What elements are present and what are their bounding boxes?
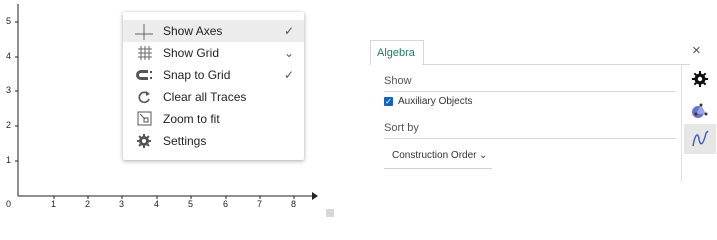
x-axis-arrow (312, 192, 318, 200)
y-tick-label: 4 (6, 51, 12, 61)
graphics-style-button[interactable] (684, 94, 716, 124)
menu-item-label: Show Grid (163, 46, 220, 60)
y-tick-label: 5 (6, 16, 12, 26)
menu-item-settings[interactable]: Settings (123, 130, 304, 152)
menu-item-clear-traces[interactable]: Clear all Traces (123, 86, 304, 108)
auxiliary-objects-checkbox[interactable]: ✓ (384, 97, 393, 106)
zoom-fit-icon (123, 108, 163, 130)
menu-item-snap-to-grid[interactable]: Snap to Grid ✓ (123, 64, 304, 86)
auxiliary-objects-label[interactable]: Auxiliary Objects (398, 96, 472, 107)
x-tick-label: 5 (188, 199, 194, 209)
menu-item-zoom-to-fit[interactable]: Zoom to fit (123, 108, 304, 130)
axes-icon (123, 20, 163, 42)
chevron-down-icon[interactable]: ⌄ (274, 46, 304, 60)
tab-algebra[interactable]: Algebra (370, 40, 424, 65)
gear-icon (123, 130, 163, 152)
magnet-icon (123, 64, 163, 86)
section-divider (384, 138, 676, 139)
algebra-settings-panel: Algebra Show ✓ Auxiliary Objects Sort by… (370, 40, 690, 182)
show-section-header: Show (384, 75, 412, 87)
scrollbar-thumb[interactable] (326, 209, 334, 217)
algebra-style-icon (692, 130, 709, 147)
gear-icon (692, 71, 708, 87)
y-tick-label: 2 (6, 120, 12, 130)
x-tick-label: 4 (154, 199, 160, 209)
graphics-context-menu: Show Axes ✓ Show Grid ⌄ Snap to Grid ✓ C… (123, 12, 304, 160)
x-tick-label: 3 (119, 199, 125, 209)
grid-icon (123, 42, 163, 64)
x-tick-label: 2 (85, 199, 91, 209)
menu-item-label: Snap to Grid (163, 68, 231, 82)
menu-item-label: Zoom to fit (163, 112, 220, 126)
menu-item-show-axes[interactable]: Show Axes ✓ (123, 20, 304, 42)
x-tick-label: 8 (291, 199, 297, 209)
menu-item-show-grid[interactable]: Show Grid ⌄ (123, 42, 304, 64)
sort-by-select[interactable]: Construction Order ⌄ (384, 146, 492, 169)
refresh-icon (123, 86, 163, 108)
y-tick-label: 1 (6, 155, 12, 165)
x-tick-label: 0 (6, 199, 12, 209)
y-tick-label: 3 (6, 85, 12, 95)
menu-item-label: Clear all Traces (163, 90, 247, 104)
close-icon[interactable]: × (692, 42, 701, 59)
sort-by-header: Sort by (384, 122, 419, 134)
x-tick-label: 6 (223, 199, 229, 209)
algebra-settings-body: Show ✓ Auxiliary Objects Sort by Constru… (370, 64, 682, 182)
settings-gear-button[interactable] (684, 64, 716, 94)
menu-item-label: Show Axes (163, 24, 223, 38)
sort-by-value: Construction Order (392, 150, 477, 161)
graphics-style-icon (692, 103, 708, 118)
section-divider (384, 91, 676, 92)
checkmark-icon: ✓ (283, 24, 295, 38)
checkmark-icon: ✓ (283, 68, 295, 82)
x-tick-label: 7 (257, 199, 263, 209)
algebra-style-button[interactable] (684, 124, 716, 154)
chevron-down-icon: ⌄ (479, 150, 488, 161)
menu-item-label: Settings (163, 134, 207, 148)
x-tick-label: 1 (51, 199, 57, 209)
